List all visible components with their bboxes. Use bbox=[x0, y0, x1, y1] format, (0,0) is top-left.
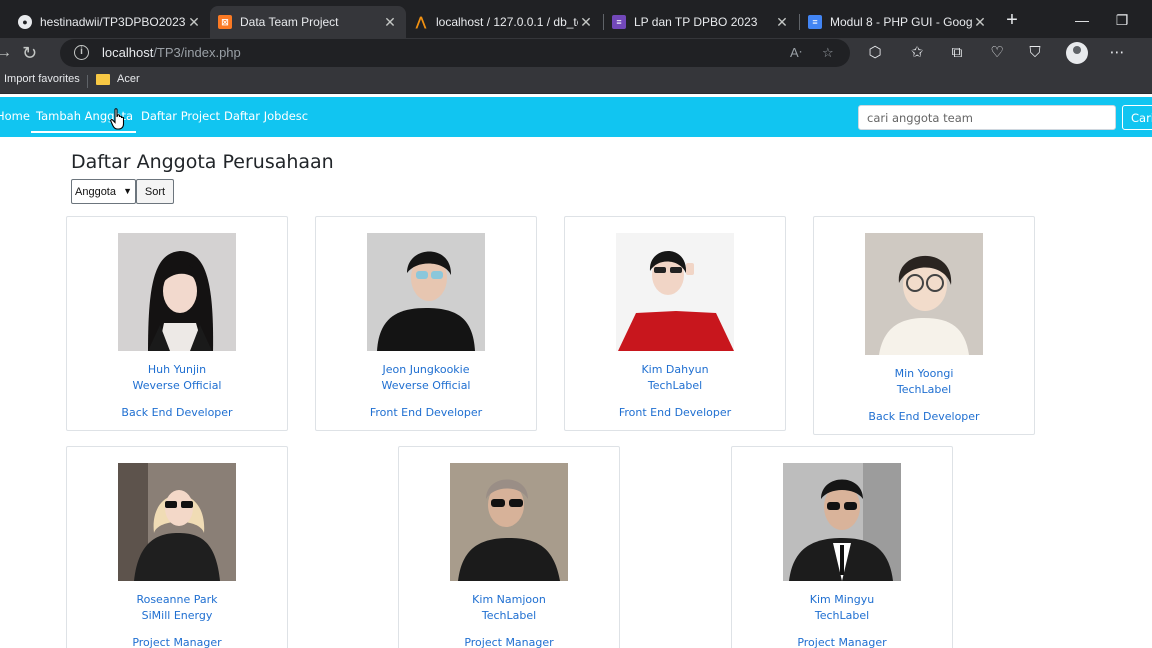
browser-toolbar: → ↻ i localhost/TP3/index.php Aᐧ ☆ ⬡ ✩ ⧉… bbox=[0, 38, 1152, 68]
url-host: localhost bbox=[102, 45, 154, 60]
member-company: TechLabel bbox=[814, 609, 870, 622]
back-arrow-icon[interactable]: → bbox=[0, 41, 12, 65]
close-icon[interactable]: ✕ bbox=[382, 14, 398, 31]
url-path: /TP3/index.php bbox=[153, 45, 241, 60]
browser-tab-title: LP dan TP DPBO 2023 bbox=[634, 15, 758, 29]
member-card[interactable]: Roseanne Park SiMill Energy Project Mana… bbox=[66, 446, 288, 648]
hand-cursor-icon bbox=[110, 108, 125, 130]
reload-icon[interactable]: ↻ bbox=[22, 41, 37, 65]
browser-tab-bar: ● hestinadwii/TP3DPBO2023C1 ✕ ⊠ Data Tea… bbox=[0, 0, 1152, 38]
nav-link-daftar-project[interactable]: Daftar Project bbox=[141, 109, 220, 123]
browser-tab-title: hestinadwii/TP3DPBO2023C1 bbox=[40, 15, 186, 29]
member-card[interactable]: Kim Mingyu TechLabel Project Manager bbox=[731, 446, 953, 648]
docs-icon: ≡ bbox=[808, 15, 822, 29]
address-bar[interactable]: i localhost/TP3/index.php Aᐧ ☆ bbox=[60, 39, 850, 67]
member-role: Back End Developer bbox=[868, 410, 980, 423]
minimize-icon[interactable]: — bbox=[1070, 8, 1094, 32]
close-icon[interactable]: ✕ bbox=[186, 14, 202, 31]
close-icon[interactable]: ✕ bbox=[578, 14, 594, 31]
favorites-icon[interactable]: ✩ bbox=[906, 42, 928, 64]
browser-essentials-icon[interactable]: ⛉ bbox=[1024, 42, 1046, 64]
page-title: Daftar Anggota Perusahaan bbox=[71, 151, 334, 173]
member-company: SiMill Energy bbox=[141, 609, 213, 622]
sort-button[interactable]: Sort bbox=[136, 179, 174, 204]
member-name: Roseanne Park bbox=[136, 593, 218, 606]
profile-avatar-icon[interactable] bbox=[1066, 42, 1088, 64]
browser-tab-phpmyadmin[interactable]: ⋀ localhost / 127.0.0.1 / db_team ✕ bbox=[406, 6, 602, 38]
extensions-icon[interactable]: ⬡ bbox=[864, 42, 886, 64]
member-photo bbox=[118, 233, 236, 351]
bookmarks-bar: Import favorites Acer bbox=[0, 68, 1152, 94]
member-role: Front End Developer bbox=[618, 406, 732, 419]
member-role: Project Manager bbox=[797, 636, 887, 648]
member-role: Project Manager bbox=[464, 636, 554, 648]
bookmark-label: Import favorites bbox=[4, 73, 80, 85]
member-company: TechLabel bbox=[481, 609, 537, 622]
member-card[interactable]: Huh Yunjin Weverse Official Back End Dev… bbox=[66, 216, 288, 431]
read-aloud-icon[interactable]: Aᐧ bbox=[790, 45, 802, 61]
browser-tab-title: localhost / 127.0.0.1 / db_team bbox=[436, 15, 578, 29]
bookmark-acer[interactable]: Acer bbox=[96, 73, 140, 85]
member-name: Min Yoongi bbox=[894, 367, 954, 380]
restore-icon[interactable]: ❐ bbox=[1110, 8, 1134, 32]
favorite-star-icon[interactable]: ☆ bbox=[822, 45, 834, 61]
nav-link-home[interactable]: Home bbox=[0, 109, 30, 123]
member-role: Project Manager bbox=[132, 636, 222, 648]
browser-tab-title: Modul 8 - PHP GUI - Google Docs bbox=[830, 15, 972, 29]
member-photo bbox=[450, 463, 568, 581]
browser-tab-google-docs[interactable]: ≡ Modul 8 - PHP GUI - Google Docs ✕ bbox=[800, 6, 996, 38]
more-options-icon[interactable]: ⋯ bbox=[1106, 42, 1128, 64]
xampp-icon: ⊠ bbox=[218, 15, 232, 29]
member-role: Back End Developer bbox=[121, 406, 233, 419]
bookmark-import-favorites[interactable]: Import favorites bbox=[4, 73, 80, 85]
member-card[interactable]: Jeon Jungkookie Weverse Official Front E… bbox=[315, 216, 537, 431]
sort-select[interactable]: Anggota ▼ bbox=[71, 179, 136, 204]
member-name: Jeon Jungkookie bbox=[382, 363, 470, 376]
sort-select-value: Anggota bbox=[75, 185, 116, 198]
member-company: TechLabel bbox=[647, 379, 703, 392]
member-card[interactable]: Kim Namjoon TechLabel Project Manager bbox=[398, 446, 620, 648]
github-icon: ● bbox=[18, 15, 32, 29]
browser-tab-google-forms[interactable]: ≡ LP dan TP DPBO 2023 ✕ bbox=[604, 6, 798, 38]
member-name: Kim Mingyu bbox=[809, 593, 875, 606]
member-name: Kim Dahyun bbox=[641, 363, 709, 376]
new-tab-icon[interactable]: + bbox=[1000, 8, 1024, 32]
member-photo bbox=[783, 463, 901, 581]
bookmark-separator bbox=[87, 75, 88, 88]
member-card[interactable]: Kim Dahyun TechLabel Front End Developer bbox=[564, 216, 786, 431]
member-card[interactable]: Min Yoongi TechLabel Back End Developer bbox=[813, 216, 1035, 435]
folder-icon bbox=[96, 73, 110, 85]
site-info-icon[interactable]: i bbox=[74, 45, 89, 60]
chevron-down-icon: ▼ bbox=[123, 186, 132, 196]
browser-tab-github[interactable]: ● hestinadwii/TP3DPBO2023C1 ✕ bbox=[10, 6, 210, 38]
search-button[interactable]: Cari bbox=[1122, 105, 1152, 130]
bookmark-label: Acer bbox=[117, 73, 140, 85]
nav-link-daftar-jobdesc[interactable]: Daftar Jobdesc bbox=[224, 109, 308, 123]
member-photo bbox=[616, 233, 734, 351]
member-name: Huh Yunjin bbox=[147, 363, 207, 376]
phpmyadmin-icon: ⋀ bbox=[415, 14, 427, 29]
member-photo bbox=[118, 463, 236, 581]
member-company: Weverse Official bbox=[132, 379, 222, 392]
search-input[interactable] bbox=[858, 105, 1116, 130]
close-icon[interactable]: ✕ bbox=[972, 14, 988, 31]
member-role: Front End Developer bbox=[369, 406, 483, 419]
collections-icon[interactable]: ⧉ bbox=[946, 42, 968, 64]
member-photo bbox=[865, 233, 983, 355]
site-navbar: Home Tambah Anggota Daftar Project Dafta… bbox=[0, 97, 1152, 137]
member-photo bbox=[367, 233, 485, 351]
address-url[interactable]: localhost/TP3/index.php bbox=[102, 45, 241, 60]
member-company: Weverse Official bbox=[381, 379, 471, 392]
close-icon[interactable]: ✕ bbox=[774, 14, 790, 31]
health-icon[interactable]: ♡ bbox=[986, 42, 1008, 64]
active-nav-indicator bbox=[31, 131, 136, 133]
forms-icon: ≡ bbox=[612, 15, 626, 29]
browser-tab-data-team-project[interactable]: ⊠ Data Team Project ✕ bbox=[210, 6, 406, 38]
member-company: TechLabel bbox=[896, 383, 952, 396]
browser-tab-title: Data Team Project bbox=[240, 15, 339, 29]
member-name: Kim Namjoon bbox=[472, 593, 546, 606]
